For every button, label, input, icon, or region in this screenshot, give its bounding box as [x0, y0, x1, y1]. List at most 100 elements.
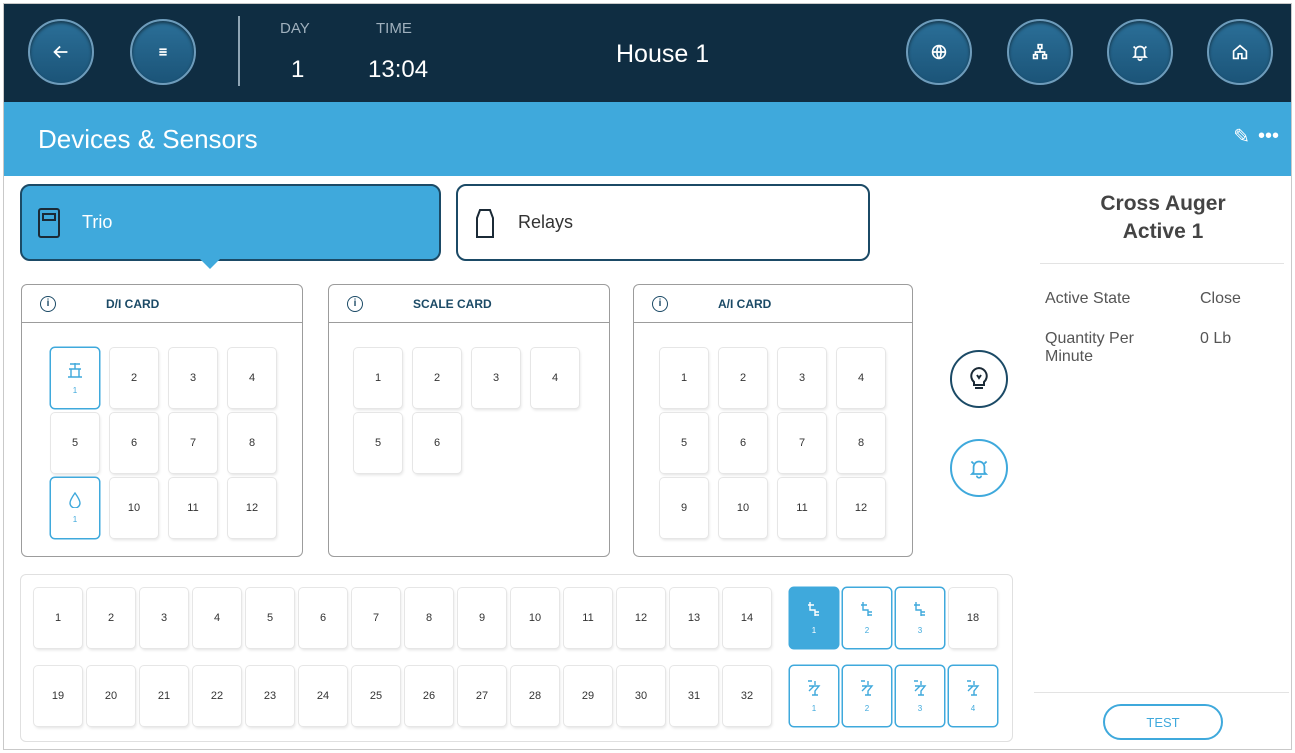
relay-cell[interactable]: 3 — [140, 588, 188, 648]
relay-cell[interactable]: 11 — [564, 588, 612, 648]
panel-divider — [1040, 263, 1284, 264]
ai-cell[interactable]: 2 — [719, 348, 767, 408]
relay-cell[interactable]: 22 — [193, 666, 241, 726]
ai-cell[interactable]: 5 — [660, 413, 708, 473]
relay-cell[interactable]: 12 — [617, 588, 665, 648]
relay-cell[interactable]: 2 — [87, 588, 135, 648]
feeder-icon — [806, 679, 822, 700]
di-cell[interactable]: 11 — [169, 478, 217, 538]
time-label: TIME — [376, 20, 412, 37]
scale-cell[interactable]: 2 — [413, 348, 461, 408]
ai-card-header: i A/I CARD — [634, 285, 912, 323]
tab-relays-label: Relays — [518, 212, 574, 232]
water-drop-icon — [69, 491, 81, 511]
scale-cell[interactable]: 5 — [354, 413, 402, 473]
relay-cell[interactable]: 25 — [352, 666, 400, 726]
relay-cell-cross-auger-2[interactable]: 2 — [843, 588, 891, 648]
di-cell[interactable]: 3 — [169, 348, 217, 408]
di-card-header: i D/I CARD — [22, 285, 302, 323]
quantity-label: Quantity Per Minute — [1045, 330, 1134, 365]
top-bar: DAY 1 TIME 13:04 House 1 — [4, 4, 1291, 102]
ai-cell[interactable]: 11 — [778, 478, 826, 538]
relay-cell[interactable]: 31 — [670, 666, 718, 726]
relay-cell-feeder-1[interactable]: 1 — [790, 666, 838, 726]
relay-cell[interactable]: 1 — [34, 588, 82, 648]
back-button[interactable] — [28, 19, 94, 85]
di-cell[interactable]: 5 — [51, 413, 99, 473]
relay-cell[interactable]: 18 — [949, 588, 997, 648]
alarm-settings-button[interactable] — [950, 439, 1008, 497]
di-cell[interactable]: 4 — [228, 348, 276, 408]
ai-cell[interactable]: 8 — [837, 413, 885, 473]
scale-cell[interactable]: 4 — [531, 348, 579, 408]
relay-cell[interactable]: 32 — [723, 666, 771, 726]
back-arrow-icon — [53, 45, 68, 59]
di-cell[interactable]: 2 — [110, 348, 158, 408]
di-cell-9[interactable]: 1 — [51, 478, 99, 538]
relay-cell-feeder-4[interactable]: 4 — [949, 666, 997, 726]
relay-cell[interactable]: 6 — [299, 588, 347, 648]
home-icon — [1232, 44, 1248, 60]
relay-cell-cross-auger-1[interactable]: 1 — [790, 588, 838, 648]
relay-grid: 1 2 3 4 5 6 7 8 9 10 11 12 13 14 1 2 3 1… — [20, 574, 1013, 742]
ai-cell[interactable]: 10 — [719, 478, 767, 538]
ai-card-title: A/I CARD — [718, 296, 772, 311]
ai-cell[interactable]: 9 — [660, 478, 708, 538]
relay-cell[interactable]: 7 — [352, 588, 400, 648]
scale-cell[interactable]: 6 — [413, 413, 461, 473]
edit-pencil-icon[interactable]: ✎ — [1233, 124, 1250, 149]
ai-cell[interactable]: 6 — [719, 413, 767, 473]
relay-cell[interactable]: 9 — [458, 588, 506, 648]
relay-cell-feeder-3[interactable]: 3 — [896, 666, 944, 726]
relay-cell[interactable]: 8 — [405, 588, 453, 648]
relay-cell[interactable]: 4 — [193, 588, 241, 648]
ai-cell[interactable]: 4 — [837, 348, 885, 408]
relay-cell[interactable]: 29 — [564, 666, 612, 726]
ai-cell[interactable]: 12 — [837, 478, 885, 538]
info-icon[interactable]: i — [40, 295, 56, 312]
relay-cell-cross-auger-3[interactable]: 3 — [896, 588, 944, 648]
relay-cell[interactable]: 28 — [511, 666, 559, 726]
home-button[interactable] — [1207, 19, 1273, 85]
di-cell[interactable]: 10 — [110, 478, 158, 538]
di-cell[interactable]: 8 — [228, 413, 276, 473]
info-icon[interactable]: i — [347, 295, 363, 312]
di-cell[interactable]: 7 — [169, 413, 217, 473]
ai-cell[interactable]: 3 — [778, 348, 826, 408]
relay-cell[interactable]: 14 — [723, 588, 771, 648]
scale-cell[interactable]: 1 — [354, 348, 402, 408]
light-bulb-button[interactable] — [950, 350, 1008, 408]
ai-cell[interactable]: 7 — [778, 413, 826, 473]
relay-cell-feeder-2[interactable]: 2 — [843, 666, 891, 726]
di-cell[interactable]: 6 — [110, 413, 158, 473]
relay-cell[interactable]: 21 — [140, 666, 188, 726]
di-cell[interactable]: 12 — [228, 478, 276, 538]
ai-cell[interactable]: 1 — [660, 348, 708, 408]
relay-cell[interactable]: 30 — [617, 666, 665, 726]
tab-relays[interactable]: Relays — [456, 184, 870, 261]
scale-cell[interactable]: 3 — [472, 348, 520, 408]
di-cell-1[interactable]: 1 — [51, 348, 99, 408]
relay-cell[interactable]: 20 — [87, 666, 135, 726]
network-button[interactable] — [1007, 19, 1073, 85]
relay-cell[interactable]: 10 — [511, 588, 559, 648]
auger-icon — [806, 601, 822, 622]
light-bulb-icon — [970, 366, 988, 389]
relay-cell[interactable]: 26 — [405, 666, 453, 726]
relay-cell[interactable]: 24 — [299, 666, 347, 726]
active-state-value: Close — [1200, 290, 1241, 307]
more-options-icon[interactable]: ••• — [1258, 125, 1279, 148]
alarm-button[interactable] — [1107, 19, 1173, 85]
menu-button[interactable] — [130, 19, 196, 85]
scale-icon — [67, 361, 83, 382]
relay-cell[interactable]: 27 — [458, 666, 506, 726]
tab-trio[interactable]: Trio — [20, 184, 441, 261]
scale-card-title: SCALE CARD — [413, 296, 492, 311]
relay-cell[interactable]: 13 — [670, 588, 718, 648]
test-button[interactable]: TEST — [1103, 704, 1223, 740]
relay-cell[interactable]: 19 — [34, 666, 82, 726]
language-button[interactable] — [906, 19, 972, 85]
relay-cell[interactable]: 5 — [246, 588, 294, 648]
info-icon[interactable]: i — [652, 295, 668, 312]
relay-cell[interactable]: 23 — [246, 666, 294, 726]
